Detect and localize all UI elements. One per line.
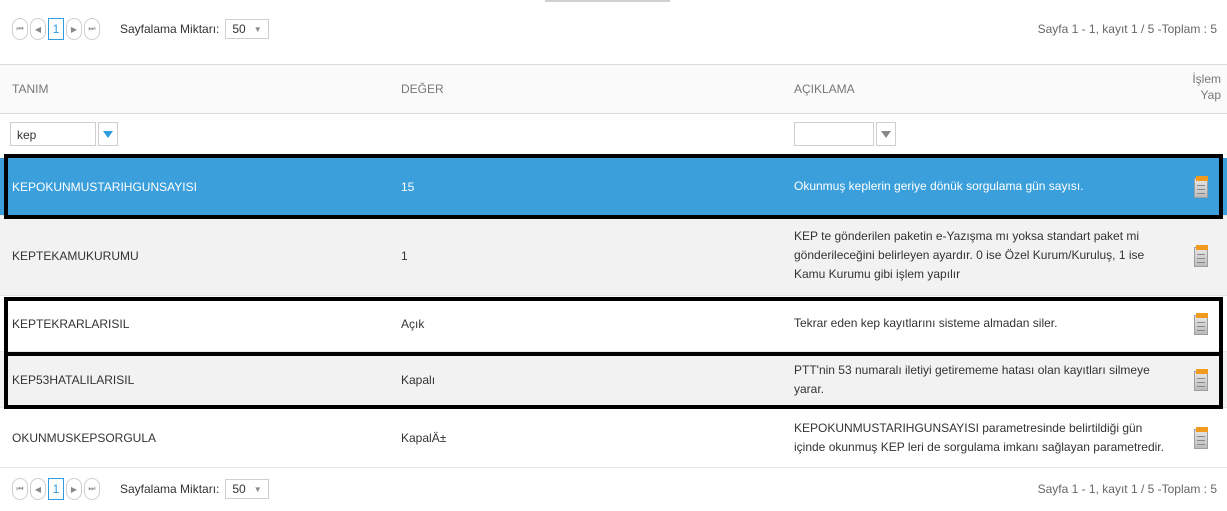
cell-tanim: KEPOKUNMUSTARIHGUNSAYISI	[12, 179, 197, 194]
table-row[interactable]: KEPOKUNMUSTARIHGUNSAYISI 15 Okunmuş kepl…	[0, 158, 1227, 216]
cell-tanim: OKUNMUSKEPSORGULA	[12, 430, 157, 445]
cell-aciklama: KEP te gönderilen paketin e-Yazışma mı y…	[794, 229, 1145, 281]
cell-tanim: KEPTEKAMUKURUMU	[12, 248, 139, 263]
edit-document-icon[interactable]	[1194, 244, 1210, 267]
page-size-value: 50	[232, 482, 246, 496]
current-page-button[interactable]: 1	[48, 18, 64, 40]
table-row[interactable]: OKUNMUSKEPSORGULA KapalÄ± KEPOKUNMUSTARI…	[0, 408, 1227, 468]
last-page-button[interactable]: ⏭	[84, 478, 100, 500]
edit-document-icon[interactable]	[1194, 368, 1210, 391]
aciklama-filter-input[interactable]	[794, 122, 874, 146]
pager-bottom: ⏮ ◀ 1 ▶ ⏭ Sayfalama Miktarı: 50 ▼ Sayfa …	[0, 472, 1227, 506]
cell-tanim: KEPTEKRARLARISIL	[12, 316, 130, 331]
edit-document-icon[interactable]	[1194, 312, 1210, 335]
chevron-down-icon: ▼	[253, 24, 262, 34]
current-page-button[interactable]: 1	[48, 478, 64, 500]
prev-page-button[interactable]: ◀	[30, 18, 46, 40]
filter-icon[interactable]	[98, 122, 118, 146]
cell-deger: 15	[401, 179, 415, 194]
table-row[interactable]: KEPTEKAMUKURUMU 1 KEP te gönderilen pake…	[0, 216, 1227, 296]
first-page-button[interactable]: ⏮	[12, 478, 28, 500]
pager-top: ⏮ ◀ 1 ▶ ⏭ Sayfalama Miktarı: 50 ▼ Sayfa …	[0, 12, 1227, 46]
column-header-islem-line2: Yap	[1200, 88, 1221, 102]
column-header-tanim[interactable]: TANIM	[12, 82, 48, 96]
table-header: TANIM DEĞER AÇIKLAMA İşlem Yap	[0, 64, 1227, 114]
last-page-button[interactable]: ⏭	[84, 18, 100, 40]
cell-deger: KapalÄ±	[401, 430, 447, 445]
cell-deger: 1	[401, 248, 408, 263]
cell-aciklama: Tekrar eden kep kayıtlarını sisteme alma…	[794, 316, 1058, 330]
cell-aciklama: PTT'nin 53 numaralı iletiyi getirememe h…	[794, 362, 1150, 396]
column-header-aciklama[interactable]: AÇIKLAMA	[794, 82, 855, 96]
page-size-value: 50	[232, 22, 246, 36]
page-size-select[interactable]: 50 ▼	[225, 19, 269, 39]
tanim-filter-input[interactable]: kep	[10, 122, 96, 146]
cell-deger: Açık	[401, 316, 425, 331]
edit-document-icon[interactable]	[1194, 426, 1210, 449]
first-page-button[interactable]: ⏮	[12, 18, 28, 40]
pager-info: Sayfa 1 - 1, kayıt 1 / 5 -Toplam : 5	[1037, 22, 1217, 36]
column-header-islem: İşlem Yap	[1192, 71, 1221, 103]
page-size-label: Sayfalama Miktarı:	[120, 22, 220, 36]
chevron-down-icon: ▼	[253, 484, 262, 494]
cell-aciklama: KEPOKUNMUSTARIHGUNSAYISI parametresinde …	[794, 420, 1164, 454]
next-page-button[interactable]: ▶	[66, 478, 82, 500]
next-page-button[interactable]: ▶	[66, 18, 82, 40]
filter-icon[interactable]	[876, 122, 896, 146]
cell-aciklama: Okunmuş keplerin geriye dönük sorgulama …	[794, 179, 1084, 193]
table-row[interactable]: KEPTEKRARLARISIL Açık Tekrar eden kep ka…	[0, 296, 1227, 352]
top-divider	[545, 0, 670, 2]
cell-tanim: KEP53HATALILARISIL	[12, 372, 135, 387]
column-header-deger[interactable]: DEĞER	[401, 82, 444, 96]
prev-page-button[interactable]: ◀	[30, 478, 46, 500]
edit-document-icon[interactable]	[1194, 175, 1210, 198]
page-size-select[interactable]: 50 ▼	[225, 479, 269, 499]
table-row[interactable]: KEP53HATALILARISIL Kapalı PTT'nin 53 num…	[0, 352, 1227, 408]
page-size-label: Sayfalama Miktarı:	[120, 482, 220, 496]
cell-deger: Kapalı	[401, 372, 436, 387]
pager-info: Sayfa 1 - 1, kayıt 1 / 5 -Toplam : 5	[1037, 482, 1217, 496]
filter-row: kep	[0, 114, 1227, 152]
column-header-islem-line1: İşlem	[1192, 72, 1221, 86]
